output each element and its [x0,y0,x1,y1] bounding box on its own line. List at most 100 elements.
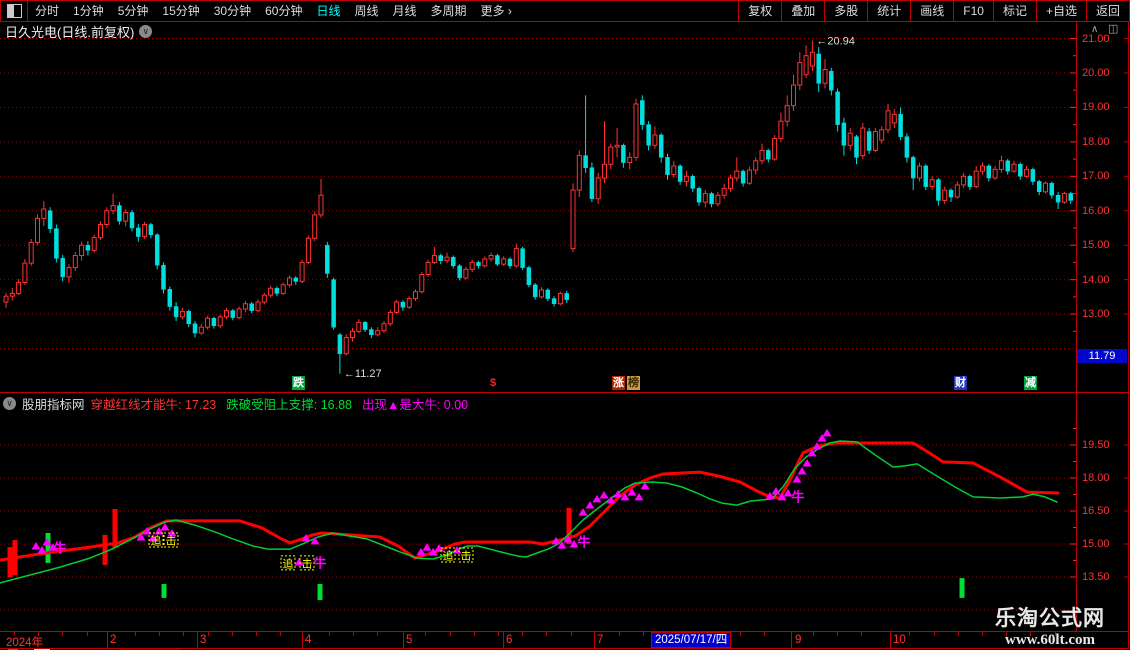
menu-item-1分钟[interactable]: 1分钟 [66,1,111,21]
month-divider [791,632,792,648]
date-tick [813,632,814,636]
price-axis-label: 19.00 [1082,101,1110,114]
menu-item-标记[interactable]: 标记 [992,1,1036,21]
svg-text:牛: 牛 [53,540,66,555]
date-tick [62,632,63,636]
date-tick [958,632,959,636]
menu-item-分时[interactable]: 分时 [28,1,66,21]
date-tick [87,632,88,636]
svg-text:牛: 牛 [577,535,590,550]
menu-item-复权[interactable]: 复权 [738,1,781,21]
price-axis-label: 18.00 [1082,135,1110,148]
date-tick [571,632,572,636]
indicator-value: 穿越红线才能牛: 17.23 [90,397,217,412]
date-tick [522,632,523,636]
month-divider [302,632,303,648]
date-tick [280,632,281,636]
svg-text:击: 击 [166,535,177,548]
date-label: 9 [795,634,802,646]
topbar-right: 复权 叠加 多股 统计 画线 F10 标记 +自选 返回 [738,1,1129,21]
indicator-value: 出现▲是大牛: 0.00 [361,397,469,412]
info-badge-榜[interactable]: 榜 [627,376,640,390]
date-label: 2024年 [6,637,44,649]
indicator-header: ∨ 股朋指标网 穿越红线才能牛: 17.23 跌破受阻上支撑: 16.88 出现▲是… [3,394,469,413]
svg-text:牛: 牛 [313,555,326,570]
layout-toggle-button[interactable] [1,1,28,21]
date-tick [425,632,426,636]
svg-text:←20.94: ←20.94 [816,36,855,48]
menu-item-叠加[interactable]: 叠加 [781,1,824,21]
date-tick [474,632,475,636]
info-badge-财[interactable]: 财 [954,376,967,390]
collapse-up-icon[interactable]: ∧ [1091,24,1098,35]
indicator-values: 穿越红线才能牛: 17.23 跌破受阻上支撑: 16.88 出现▲是大牛: 0.00 [91,394,469,413]
price-axis-label: 20.00 [1082,66,1110,79]
date-label: 5 [406,634,413,646]
date-tick [377,632,378,636]
menu-item-+自选[interactable]: +自选 [1035,1,1086,21]
svg-text:追: 追 [443,549,454,563]
svg-text:追: 追 [151,534,162,548]
price-axis-label: 17.00 [1082,170,1110,183]
date-label: 6 [506,634,513,646]
current-date-label[interactable]: 2025/07/17/四 [651,632,732,648]
date-axis-bar: 2024年 2 3 4 5 6 7 2025/07/17/四 9 10 [0,631,1128,649]
indicator-axis-label: 18.00 [1082,472,1110,484]
menu-item-5分钟[interactable]: 5分钟 [111,1,156,21]
split-window-icon[interactable]: ◫ [1108,22,1118,35]
info-badge-涨[interactable]: 涨 [612,376,625,390]
watermark-site-name: 乐淘公式网 [995,607,1105,630]
info-badge-跌[interactable]: 跌 [292,376,305,390]
axis-frame-layer [0,0,1130,650]
watermark: 乐淘公式网 www.60lt.com [990,602,1110,649]
date-label: 3 [200,634,207,646]
indicator-axis-label: 13.50 [1082,571,1110,583]
date-label: 10 [893,634,906,646]
menu-item-15分钟[interactable]: 15分钟 [155,1,206,21]
date-label: 7 [597,634,604,646]
indicator-axis-label: 19.50 [1082,439,1110,451]
indicator-value: 跌破受阻上支撑: 16.88 [226,397,352,412]
price-axis-label: 13.00 [1082,308,1110,321]
menu-item-返回[interactable]: 返回 [1085,1,1129,21]
menu-item-F10[interactable]: F10 [953,1,993,21]
menu-item-60分钟[interactable]: 60分钟 [258,1,309,21]
date-tick [498,632,499,636]
svg-text:追: 追 [283,556,294,570]
month-divider [594,632,595,648]
menu-item-周线[interactable]: 周线 [347,1,385,21]
stock-title: 日久光电(日线.前复权) [5,24,135,40]
date-tick [546,632,547,636]
menu-item-月线[interactable]: 月线 [386,1,424,21]
menu-item-画线[interactable]: 画线 [910,1,953,21]
date-tick [619,632,620,636]
chevron-down-icon[interactable]: ∨ [139,24,153,38]
date-tick [740,632,741,636]
date-tick [643,632,644,636]
indicator-chevron-icon[interactable]: ∨ [3,396,16,410]
price-axis-label: 15.00 [1082,239,1110,252]
menu-item-30分钟[interactable]: 30分钟 [207,1,258,21]
date-tick [450,632,451,636]
watermark-url: www.60lt.com [1005,632,1095,648]
info-badge-减[interactable]: 减 [1024,376,1037,390]
layout-toggle-icon [6,4,22,18]
menu-item-多周期[interactable]: 多周期 [424,1,474,21]
indicator-axis-label: 16.50 [1082,505,1110,517]
menu-item-日线[interactable]: 日线 [309,1,347,21]
indicator-axis-label: 15.00 [1082,538,1110,550]
date-tick [353,632,354,636]
menu-item-统计[interactable]: 统计 [867,1,910,21]
svg-text:击: 击 [302,557,313,570]
date-label: 4 [305,634,312,646]
menu-item-更多[interactable]: 更多 › [474,1,519,21]
price-axis-label: 14.00 [1082,273,1110,286]
top-menu-bar: 分时 1分钟 5分钟 15分钟 30分钟 60分钟 日线 周线 月线 多周期 更多 › 复权 叠加 多股… [0,0,1130,22]
chart-title-bar: 日久光电(日线.前复权) ∨ [5,23,153,40]
date-tick [159,632,160,636]
menu-item-多股[interactable]: 多股 [824,1,867,21]
info-badge-$[interactable]: $ [489,376,497,390]
topbar-left: 分时 1分钟 5分钟 15分钟 30分钟 60分钟 日线 周线 月线 多周期 更多 › [28,1,519,21]
date-tick [135,632,136,636]
indicator-layer: 牛追击追击牛追击牛牛 [0,428,1060,601]
